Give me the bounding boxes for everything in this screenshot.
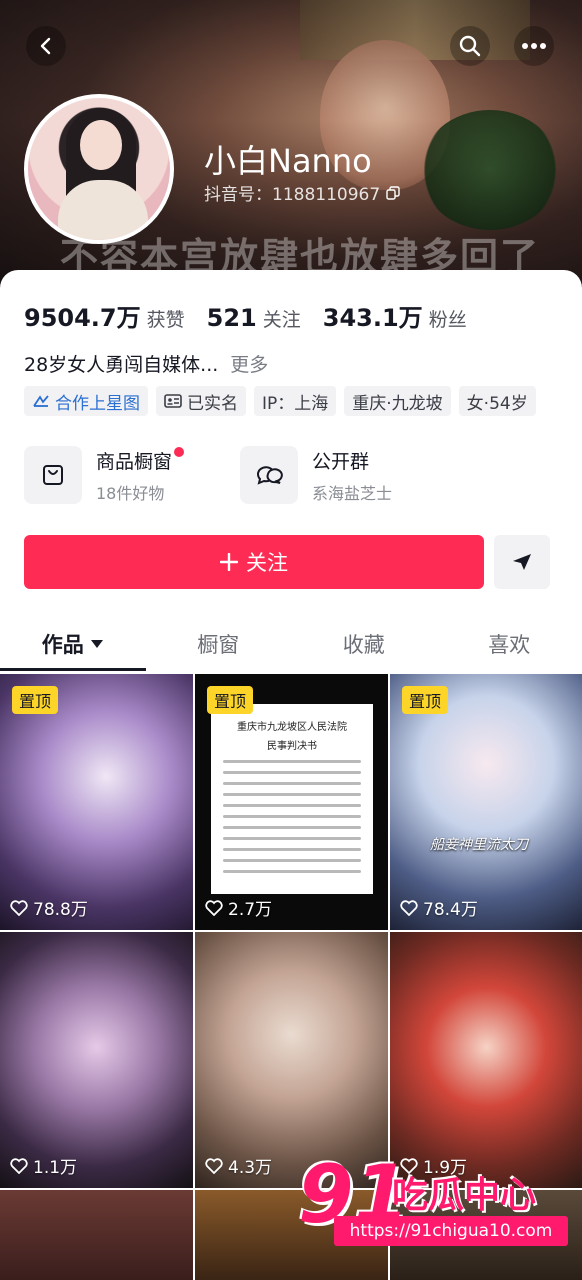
video-thumbnail[interactable] bbox=[0, 1190, 193, 1280]
video-thumbnail[interactable]: 重庆市九龙坡区人民法院 民事判决书 置顶 2.7万 bbox=[195, 674, 388, 930]
douyin-id-text: 抖音号：1188110967 bbox=[204, 185, 381, 205]
bio: 28岁女人勇闯自媒体... 更多 bbox=[24, 350, 268, 377]
share-button[interactable] bbox=[494, 535, 550, 589]
back-button[interactable] bbox=[26, 26, 66, 66]
notification-dot bbox=[174, 446, 185, 457]
tab-shop-window[interactable]: 橱窗 bbox=[146, 616, 292, 672]
pinned-badge: 置顶 bbox=[207, 686, 254, 714]
shopping-bag-icon bbox=[43, 465, 63, 485]
public-group-title: 公开群 bbox=[312, 450, 370, 473]
tag-ip[interactable]: IP：上海 bbox=[254, 386, 337, 416]
stat-following[interactable]: 521 关注 bbox=[207, 304, 301, 332]
bio-more-link[interactable]: 更多 bbox=[230, 354, 268, 376]
video-thumbnail[interactable]: 1.1万 bbox=[0, 932, 193, 1188]
tab-likes[interactable]: 喜欢 bbox=[437, 616, 582, 672]
plus-icon bbox=[220, 553, 238, 571]
profile-name: 小白Nanno bbox=[204, 142, 372, 180]
stats-row: 9504.7万 获赞 521 关注 343.1万 粉丝 bbox=[24, 298, 467, 333]
shop-window-sub: 18件好物 bbox=[96, 483, 165, 503]
heart-icon bbox=[10, 1157, 28, 1174]
like-count: 1.1万 bbox=[10, 1153, 77, 1178]
tab-works[interactable]: 作品 bbox=[0, 616, 146, 672]
tag-row: 合作上星图 已实名 IP：上海 重庆·九龙坡 女·54岁 bbox=[24, 386, 536, 416]
caret-down-icon bbox=[90, 640, 103, 648]
heart-icon bbox=[205, 899, 223, 916]
heart-icon bbox=[205, 1157, 223, 1174]
paper-plane-icon bbox=[513, 554, 531, 570]
heart-icon bbox=[10, 899, 28, 916]
stat-followers[interactable]: 343.1万 粉丝 bbox=[323, 298, 467, 333]
public-group-card[interactable]: 公开群 系海盐芝士 bbox=[240, 446, 392, 504]
tag-gender-age[interactable]: 女·54岁 bbox=[458, 386, 536, 416]
search-button[interactable] bbox=[450, 26, 490, 66]
video-thumbnail[interactable]: 置顶 78.8万 bbox=[0, 674, 193, 930]
more-button[interactable] bbox=[514, 26, 554, 66]
follow-button[interactable]: 关注 bbox=[24, 535, 484, 589]
active-tab-indicator bbox=[0, 668, 146, 671]
tag-verified[interactable]: 已实名 bbox=[156, 386, 246, 416]
pinned-badge: 置顶 bbox=[12, 686, 59, 714]
tag-location[interactable]: 重庆·九龙坡 bbox=[344, 386, 451, 416]
douyin-id[interactable]: 抖音号：1188110967 bbox=[204, 180, 400, 205]
copy-icon bbox=[386, 185, 400, 200]
stat-likes[interactable]: 9504.7万 获赞 bbox=[24, 298, 185, 333]
content-tabs: 作品 橱窗 收藏 喜欢 bbox=[0, 616, 582, 672]
bio-text: 28岁女人勇闯自媒体... bbox=[24, 354, 219, 376]
more-dots-icon bbox=[522, 43, 546, 49]
video-thumbnail[interactable]: 置顶 船妾神里流太刀 78.4万 bbox=[390, 674, 582, 930]
watermark-text: 吃瓜中心 bbox=[392, 1175, 537, 1216]
id-card-icon bbox=[164, 394, 182, 408]
watermark-url: https://91chigua10.com bbox=[334, 1216, 568, 1246]
search-icon bbox=[459, 35, 481, 57]
like-count: 4.3万 bbox=[205, 1153, 272, 1178]
tab-favorites[interactable]: 收藏 bbox=[291, 616, 437, 672]
video-caption: 船妾神里流太刀 bbox=[430, 837, 528, 853]
like-count: 2.7万 bbox=[205, 895, 272, 920]
tag-star-map[interactable]: 合作上星图 bbox=[24, 386, 148, 416]
heart-icon bbox=[400, 899, 418, 916]
shop-window-card[interactable]: 商品橱窗 18件好物 bbox=[24, 446, 185, 504]
star-map-icon bbox=[33, 395, 49, 407]
pinned-badge: 置顶 bbox=[402, 686, 449, 714]
court-document-image: 重庆市九龙坡区人民法院 民事判决书 bbox=[211, 704, 373, 894]
shop-window-title: 商品橱窗 bbox=[96, 450, 173, 473]
follow-label: 关注 bbox=[246, 551, 288, 575]
back-chevron-icon bbox=[40, 37, 51, 55]
like-count: 78.4万 bbox=[400, 895, 478, 920]
chat-bubbles-icon bbox=[257, 466, 283, 485]
like-count: 78.8万 bbox=[10, 895, 88, 920]
site-watermark: 91 吃瓜中心 https://91chigua10.com bbox=[280, 1150, 580, 1250]
public-group-sub: 系海盐芝士 bbox=[312, 483, 393, 503]
avatar[interactable] bbox=[24, 94, 174, 244]
